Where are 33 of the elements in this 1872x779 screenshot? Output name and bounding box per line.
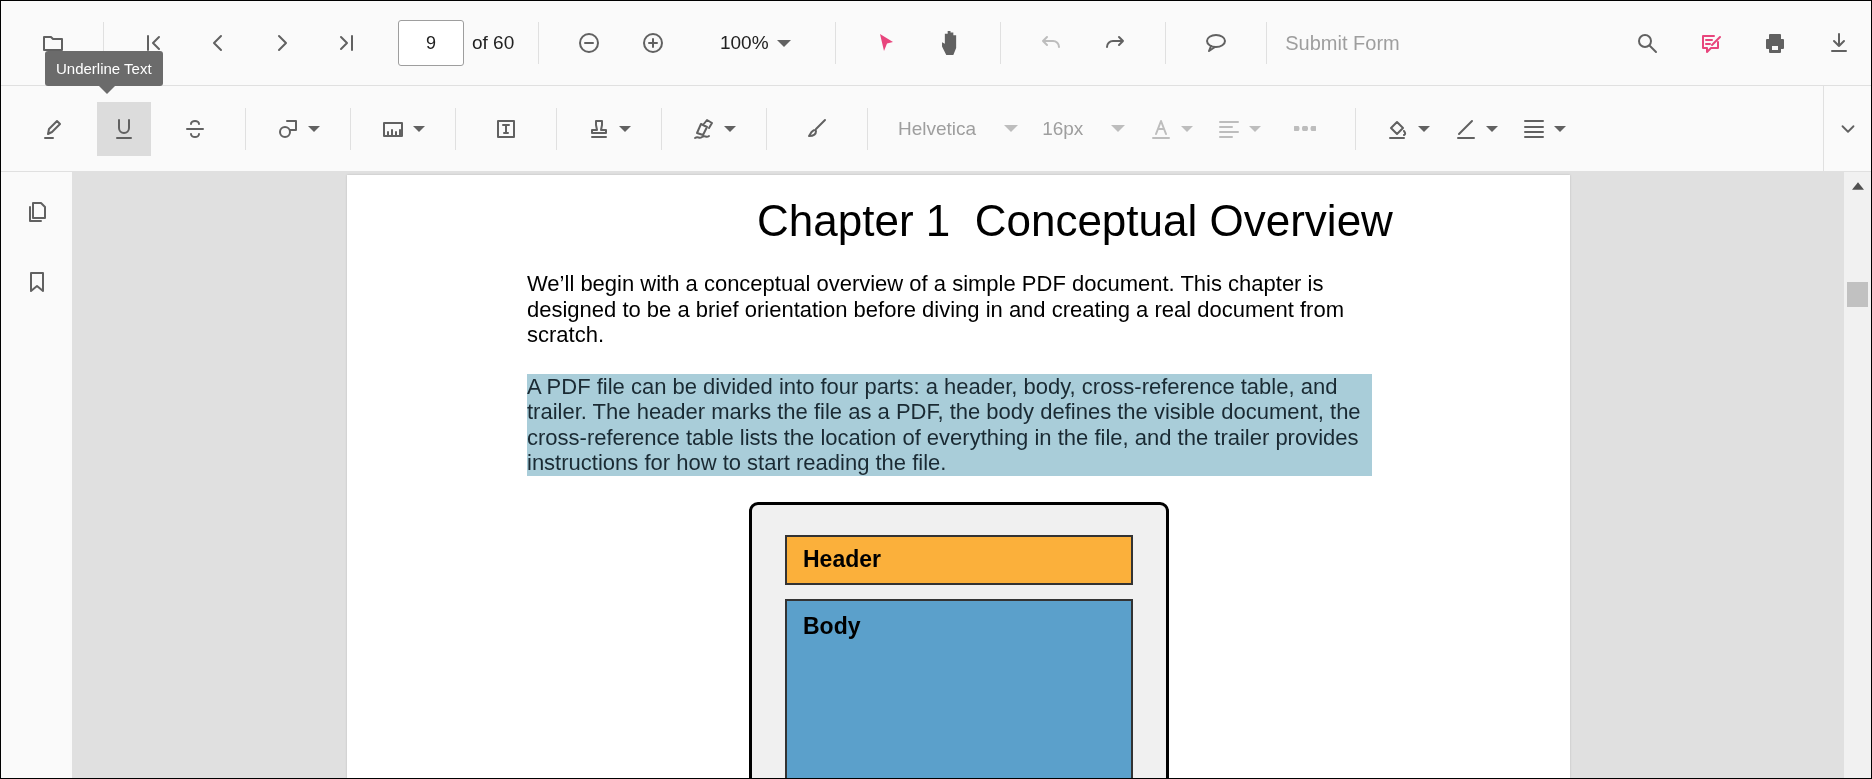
body-paragraph: We’ll begin with a conceptual overview of a simple PDF document. This chapter is designed to be a brief orientation before diving in and creating a real document from scratch. bbox=[527, 271, 1345, 348]
figure-section: Body bbox=[785, 598, 1133, 778]
scroll-thumb bbox=[1847, 282, 1868, 307]
page-count: of 60 bbox=[472, 32, 515, 54]
chapter-title: Chapter 1 Conceptual Overview bbox=[757, 195, 1394, 247]
caret-icon bbox=[776, 39, 791, 47]
page-number-field[interactable]: 9 bbox=[398, 20, 464, 66]
zoom-dropdown[interactable]: 100% bbox=[705, 23, 806, 63]
tooltip: Underline Text bbox=[45, 51, 163, 86]
caret-icon bbox=[724, 125, 736, 132]
caret-icon bbox=[1111, 125, 1126, 132]
figure-section: Header bbox=[785, 534, 1133, 585]
tooltip-pointer-icon bbox=[99, 86, 115, 94]
caret-icon bbox=[619, 125, 631, 132]
caret-icon bbox=[1486, 125, 1499, 132]
selected-paragraph: A PDF file can be divided into four parts: a header, body, cross-reference table, and trailer. The header marks the file as a PDF, the body defines the visible document, the cross-reference table lists the location of everything in the file, and the trailer provides instructions for how to start reading the file. bbox=[527, 373, 1372, 476]
more-icon bbox=[1294, 126, 1317, 131]
minus-icon bbox=[577, 31, 602, 55]
caret-icon bbox=[1181, 125, 1194, 132]
caret-icon bbox=[1249, 125, 1262, 132]
caret-icon bbox=[1418, 125, 1431, 132]
plus-icon bbox=[641, 31, 666, 55]
print-icon bbox=[1763, 31, 1787, 55]
search-icon bbox=[1635, 31, 1659, 55]
caret-icon bbox=[1004, 125, 1019, 132]
comment-icon bbox=[1204, 31, 1229, 55]
caret-icon bbox=[1554, 125, 1567, 132]
sign-icon bbox=[692, 116, 716, 141]
caret-icon bbox=[413, 125, 425, 132]
caret-icon bbox=[308, 125, 320, 132]
scroll-up-icon bbox=[1851, 182, 1864, 190]
hand-icon bbox=[941, 31, 959, 55]
underline-button[interactable] bbox=[97, 101, 151, 156]
